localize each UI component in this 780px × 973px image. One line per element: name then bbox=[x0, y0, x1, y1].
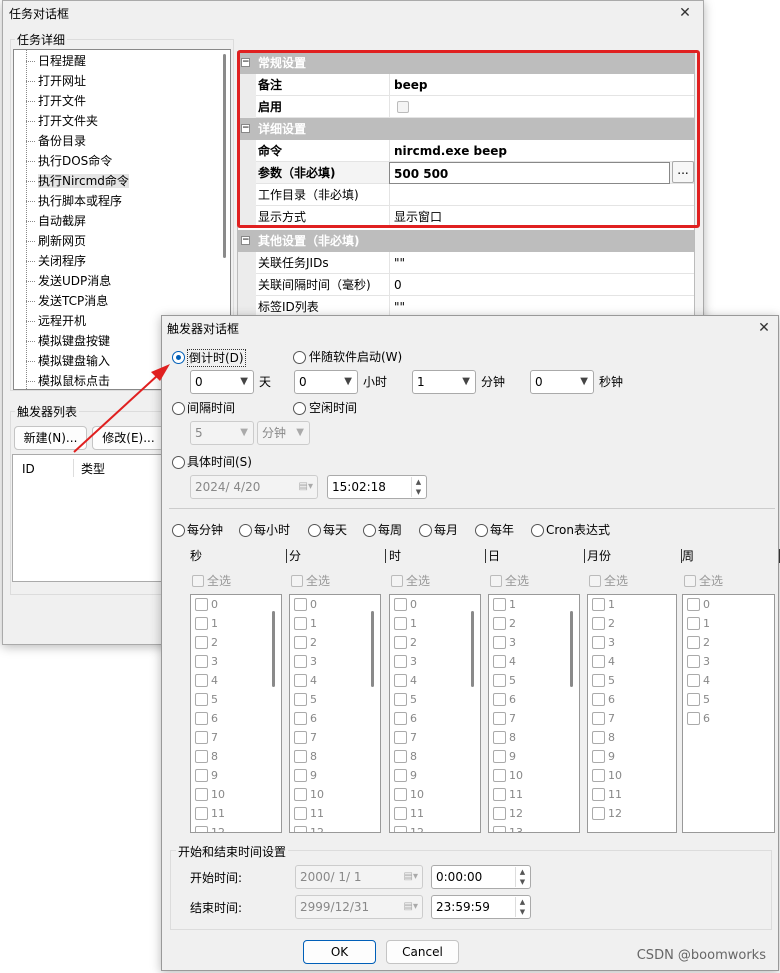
annotation-arrow bbox=[73, 364, 170, 453]
watermark: CSDN @boomworks bbox=[636, 948, 766, 963]
